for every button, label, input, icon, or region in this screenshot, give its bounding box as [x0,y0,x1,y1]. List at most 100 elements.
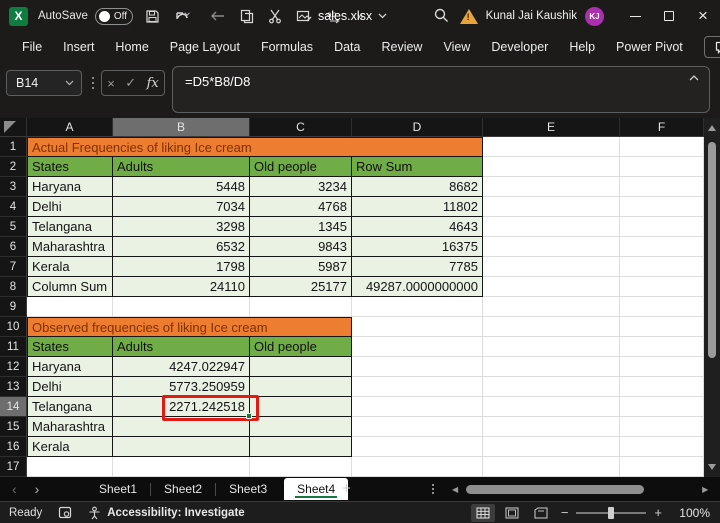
sheet-tab-sheet3[interactable]: Sheet3 [216,477,280,501]
zoom-in-button[interactable]: + [654,505,662,520]
cell-F11[interactable] [620,337,704,357]
cell-E16[interactable] [483,437,620,457]
insert-function-icon[interactable]: fx [147,76,159,91]
cell-E11[interactable] [483,337,620,357]
sheet-nav-right-icon[interactable]: › [35,481,40,497]
sheet-tab-sheet2[interactable]: Sheet2 [151,477,215,501]
cell-A12[interactable]: Haryana [27,357,113,377]
cell-D12[interactable] [352,357,483,377]
cell-C8[interactable]: 25177 [250,277,352,297]
cell-A8[interactable]: Column Sum [27,277,113,297]
cell-A1-title[interactable]: Actual Frequencies of liking Ice cream [27,137,483,157]
cell-E3[interactable] [483,177,620,197]
excel-app-icon[interactable]: X [9,7,28,26]
cell-C7[interactable]: 5987 [250,257,352,277]
row-header-4[interactable]: 4 [0,197,27,217]
cell-E4[interactable] [483,197,620,217]
warning-icon[interactable]: ! [460,9,478,24]
zoom-slider-thumb[interactable] [608,507,614,519]
cell-F7[interactable] [620,257,704,277]
column-header-D[interactable]: D [352,118,483,137]
cell-C11[interactable]: Old people [250,337,352,357]
cut-icon[interactable] [268,9,282,24]
maximize-button[interactable] [652,0,686,32]
cell-D6[interactable]: 16375 [352,237,483,257]
ribbon-tab-data[interactable]: Data [334,40,360,54]
cell-B13[interactable]: 5773.250959 [113,377,250,397]
cell-E7[interactable] [483,257,620,277]
name-box[interactable]: B14 [6,70,82,96]
row-header-1[interactable]: 1 [0,137,27,157]
cell-B7[interactable]: 1798 [113,257,250,277]
cell-A17[interactable] [27,457,113,477]
ribbon-tab-formulas[interactable]: Formulas [261,40,313,54]
autosave-toggle[interactable]: Off [95,8,133,25]
scroll-right-icon[interactable]: ▶ [702,485,708,494]
cell-A10-title[interactable]: Observed frequencies of liking Ice cream [27,317,352,337]
cell-E2[interactable] [483,157,620,177]
add-sheet-button[interactable]: + [342,480,351,497]
cell-D17[interactable] [352,457,483,477]
cell-B11[interactable]: Adults [113,337,250,357]
cell-F14[interactable] [620,397,704,417]
cell-E12[interactable] [483,357,620,377]
avatar[interactable]: KJ [585,7,604,26]
cell-D14[interactable] [352,397,483,417]
cell-D3[interactable]: 8682 [352,177,483,197]
macro-record-icon[interactable] [58,506,72,519]
cell-E8[interactable] [483,277,620,297]
row-header-14[interactable]: 14 [0,397,27,417]
cancel-icon[interactable]: × [107,76,115,91]
cell-D11[interactable] [352,337,483,357]
cell-B5[interactable]: 3298 [113,217,250,237]
cell-C9[interactable] [250,297,352,317]
horizontal-scrollbar-thumb[interactable] [466,485,644,494]
column-header-E[interactable]: E [483,118,620,137]
column-header-C[interactable]: C [250,118,352,137]
accessibility-icon[interactable] [88,506,101,520]
cell-F10[interactable] [620,317,704,337]
cell-D13[interactable] [352,377,483,397]
row-header-3[interactable]: 3 [0,177,27,197]
cell-F8[interactable] [620,277,704,297]
cell-E1[interactable] [483,137,620,157]
ribbon-tab-insert[interactable]: Insert [63,40,94,54]
cell-E5[interactable] [483,217,620,237]
cell-D2[interactable]: Row Sum [352,157,483,177]
cell-E13[interactable] [483,377,620,397]
row-header-9[interactable]: 9 [0,297,27,317]
cell-B4[interactable]: 7034 [113,197,250,217]
enter-icon[interactable]: ✓ [125,75,136,91]
paste-picture-icon[interactable] [296,9,312,23]
row-header-13[interactable]: 13 [0,377,27,397]
cell-F3[interactable] [620,177,704,197]
horizontal-scrollbar-track[interactable] [464,485,696,494]
cell-F4[interactable] [620,197,704,217]
column-header-B[interactable]: B [113,118,250,137]
ribbon-tab-page-layout[interactable]: Page Layout [170,40,240,54]
cell-F15[interactable] [620,417,704,437]
ribbon-tab-home[interactable]: Home [115,40,148,54]
cell-C2[interactable]: Old people [250,157,352,177]
formula-input[interactable]: =D5*B8/D8 [172,66,710,113]
select-all-corner[interactable] [0,118,27,137]
cell-D5[interactable]: 4643 [352,217,483,237]
file-name-menu[interactable]: sales.xlsx [318,0,387,32]
sheet-tab-sheet4[interactable]: Sheet4 [284,478,348,500]
cell-B16[interactable] [113,437,250,457]
cell-C17[interactable] [250,457,352,477]
cell-E15[interactable] [483,417,620,437]
cell-C12[interactable] [250,357,352,377]
row-header-16[interactable]: 16 [0,437,27,457]
cell-E14[interactable] [483,397,620,417]
vertical-scrollbar[interactable] [704,118,720,477]
search-icon[interactable] [433,7,450,29]
accessibility-status[interactable]: Accessibility: Investigate [107,507,244,519]
cell-B12[interactable]: 4247.022947 [113,357,250,377]
cell-C3[interactable]: 3234 [250,177,352,197]
user-name[interactable]: Kunal Jai Kaushik [486,10,577,22]
row-header-12[interactable]: 12 [0,357,27,377]
cell-A13[interactable]: Delhi [27,377,113,397]
row-header-2[interactable]: 2 [0,157,27,177]
ribbon-tab-developer[interactable]: Developer [491,40,548,54]
